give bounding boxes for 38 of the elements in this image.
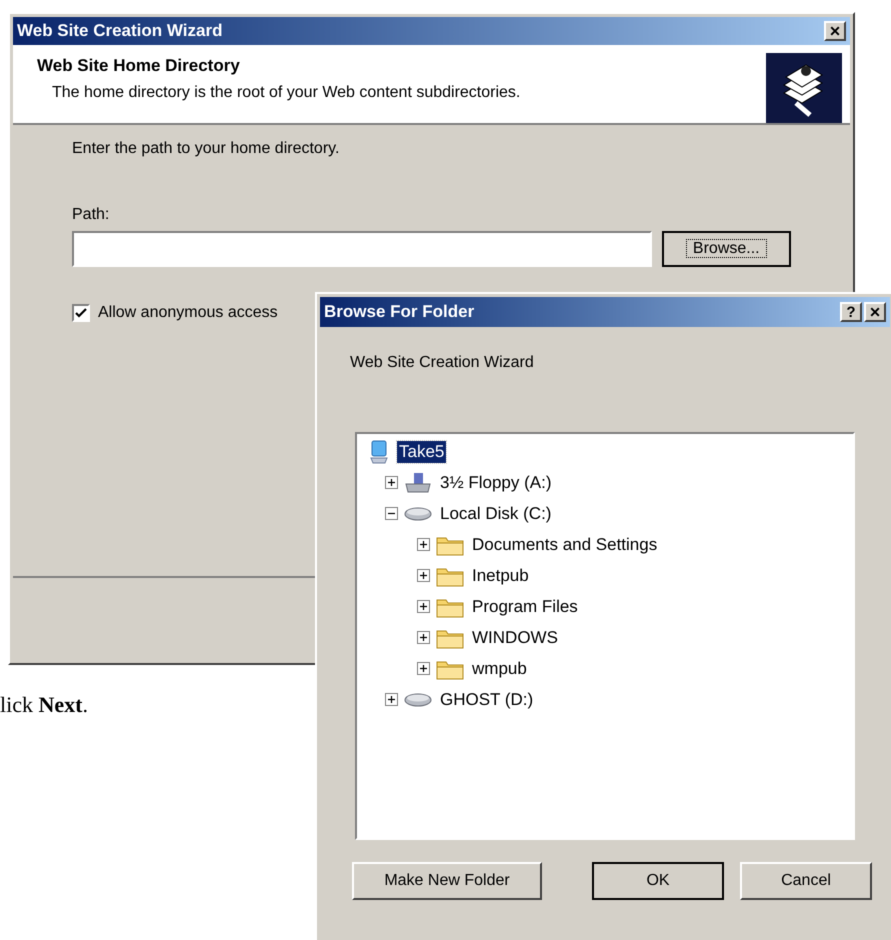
plus-icon[interactable]: [417, 631, 430, 644]
close-button[interactable]: ×: [824, 21, 846, 41]
tree-item[interactable]: Take5: [397, 440, 446, 462]
help-button[interactable]: ?: [840, 302, 862, 322]
page-heading: Web Site Home Directory: [37, 55, 241, 77]
tree-item[interactable]: Local Disk (C:): [438, 502, 554, 524]
hard-disk-icon: [404, 506, 432, 522]
window-title: Web Site Creation Wizard: [17, 20, 222, 42]
path-label: Path:: [72, 205, 110, 225]
tree-item[interactable]: Documents and Settings: [470, 534, 660, 556]
tree-item[interactable]: 3½ Floppy (A:): [438, 472, 554, 494]
path-field[interactable]: [72, 231, 652, 267]
tree-item[interactable]: wmpub: [470, 658, 529, 680]
minus-icon[interactable]: [385, 507, 398, 520]
dialog-button[interactable]: OK: [592, 862, 724, 900]
plus-icon[interactable]: [417, 538, 430, 551]
dialog-button[interactable]: Cancel: [740, 862, 872, 900]
checkbox[interactable]: [72, 304, 90, 322]
hard-disk-icon: [404, 692, 432, 708]
page-subheading: The home directory is the root of your Web content subdirectories.: [51, 82, 520, 102]
tree-item[interactable]: Inetpub: [470, 564, 531, 586]
plus-icon[interactable]: [385, 476, 398, 489]
plus-icon[interactable]: [417, 569, 430, 582]
tree-item[interactable]: GHOST (D:): [438, 688, 536, 710]
floppy-drive-icon: [404, 472, 432, 494]
instruction-text: lick Next.: [0, 691, 88, 719]
tree-item[interactable]: Program Files: [470, 596, 580, 618]
plus-icon[interactable]: [385, 693, 398, 706]
window-title: Browse For Folder: [324, 301, 474, 324]
plus-icon[interactable]: [417, 600, 430, 613]
checkbox-label: Allow anonymous access: [98, 303, 278, 323]
tree-item[interactable]: WINDOWS: [470, 626, 560, 648]
plus-icon[interactable]: [417, 662, 430, 675]
dialog-button[interactable]: Make New Folder: [352, 862, 542, 900]
prompt-text: Enter the path to your home directory.: [72, 139, 340, 159]
close-button[interactable]: ×: [864, 302, 886, 322]
dialog-description: Web Site Creation Wizard: [350, 353, 535, 373]
browse-button[interactable]: Browse...: [662, 231, 791, 267]
